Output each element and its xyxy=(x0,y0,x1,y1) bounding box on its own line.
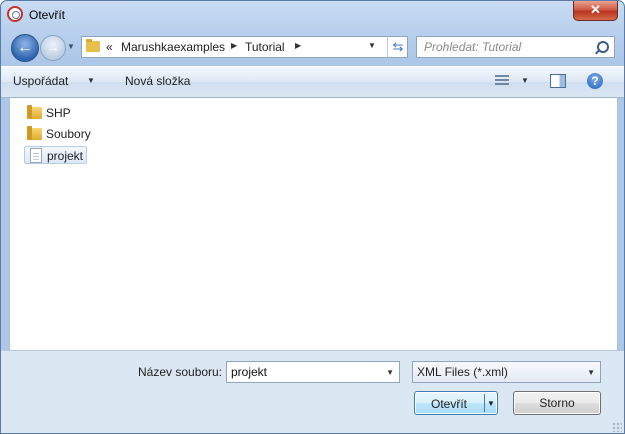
forward-button[interactable]: → xyxy=(40,35,66,61)
chevron-down-icon: ▼ xyxy=(587,368,595,377)
organize-button[interactable]: Uspořádat xyxy=(13,74,68,88)
list-item-label: Soubory xyxy=(46,127,91,141)
filetype-value: XML Files (*.xml) xyxy=(417,365,508,379)
command-toolbar: Uspořádat ▼ Nová složka ▼ ? xyxy=(1,66,624,98)
open-options-dropdown[interactable]: ▼ xyxy=(487,399,495,408)
recent-locations-dropdown[interactable]: ▼ xyxy=(67,42,76,51)
split-divider xyxy=(484,394,485,412)
list-item-label: projekt xyxy=(47,149,84,163)
list-item-projekt[interactable]: projekt xyxy=(24,146,87,164)
preview-pane-icon[interactable] xyxy=(550,74,566,88)
filename-input[interactable] xyxy=(227,362,381,382)
navigation-bar: ← → ▼ « Marushkaexamples ▶ Tutorial ▶ ▼ … xyxy=(1,31,624,65)
filename-combobox[interactable]: ▼ xyxy=(226,361,400,383)
title-bar[interactable]: Otevřít ✕ xyxy=(1,1,624,29)
view-options-icon[interactable] xyxy=(495,75,509,87)
help-icon[interactable]: ? xyxy=(587,73,603,89)
chevron-down-icon[interactable]: ▼ xyxy=(386,368,394,377)
view-options-dropdown[interactable]: ▼ xyxy=(521,76,529,85)
dialog-footer: Název souboru: ▼ XML Files (*.xml) ▼ Ote… xyxy=(1,350,624,433)
back-button[interactable]: ← xyxy=(11,34,39,62)
open-button-label: Otevřít xyxy=(430,397,467,411)
folder-icon xyxy=(27,126,42,140)
address-overflow-button[interactable]: « xyxy=(106,40,113,54)
file-list[interactable]: SHP Soubory projekt xyxy=(9,98,618,350)
search-box[interactable] xyxy=(416,36,615,58)
forward-arrow-icon: → xyxy=(46,39,60,55)
document-icon xyxy=(30,148,42,163)
folder-icon xyxy=(86,39,100,52)
address-history-dropdown[interactable]: ▼ xyxy=(368,41,376,50)
breadcrumb-marushkaexamples[interactable]: Marushkaexamples xyxy=(121,40,225,54)
app-logo-icon xyxy=(7,6,23,22)
open-file-dialog: Otevřít ✕ ← → ▼ « Marushkaexamples ▶ Tut… xyxy=(0,0,625,434)
address-bar[interactable]: « Marushkaexamples ▶ Tutorial ▶ ▼ ⇆ xyxy=(81,36,408,58)
resize-grip-icon[interactable] xyxy=(612,422,622,432)
folder-icon xyxy=(27,105,42,119)
breadcrumb-separator-icon[interactable]: ▶ xyxy=(295,41,301,50)
breadcrumb-separator-icon[interactable]: ▶ xyxy=(231,41,237,50)
new-folder-button[interactable]: Nová složka xyxy=(125,74,190,88)
chevron-down-icon[interactable]: ▼ xyxy=(87,76,95,85)
window-title: Otevřít xyxy=(29,8,66,22)
list-item-label: SHP xyxy=(46,106,71,120)
search-icon[interactable] xyxy=(597,41,609,53)
search-input[interactable] xyxy=(417,37,599,57)
open-button[interactable]: Otevřít ▼ xyxy=(414,391,498,415)
refresh-button[interactable]: ⇆ xyxy=(387,37,408,57)
close-icon: ✕ xyxy=(590,2,601,17)
filetype-select[interactable]: XML Files (*.xml) ▼ xyxy=(412,361,601,383)
close-button[interactable]: ✕ xyxy=(573,1,618,21)
back-arrow-icon: ← xyxy=(17,39,33,56)
breadcrumb-tutorial[interactable]: Tutorial xyxy=(245,40,285,54)
cancel-button[interactable]: Storno xyxy=(513,391,601,415)
refresh-icon: ⇆ xyxy=(392,39,404,54)
filename-label: Název souboru: xyxy=(138,365,223,379)
